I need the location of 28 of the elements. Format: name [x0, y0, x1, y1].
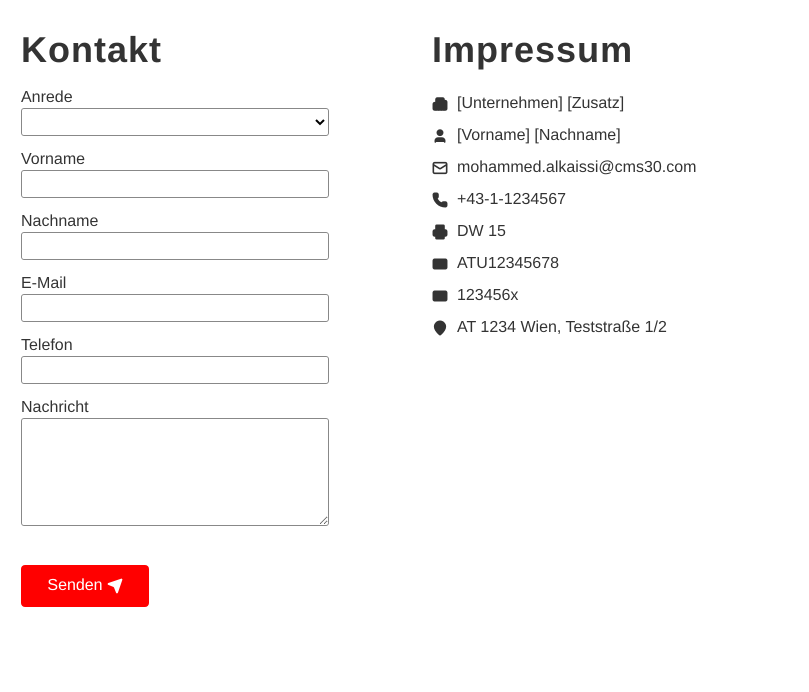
field-label: Vorname [21, 150, 86, 170]
field-label: E-Mail [21, 274, 66, 294]
imprint-text: DW 15 [457, 223, 506, 241]
send-icon [106, 578, 123, 594]
imprint-text: mohammed.alkaissi@cms30.com [457, 159, 696, 177]
phone-icon [432, 192, 448, 208]
person-icon [432, 128, 448, 144]
imprint-text: 123456x [457, 287, 518, 305]
field-label: Nachricht [21, 398, 89, 418]
input-field[interactable] [21, 294, 329, 322]
field-label: Nachname [21, 212, 98, 232]
send-button[interactable]: Senden [21, 565, 149, 607]
field-label: Telefon [21, 336, 73, 356]
message-field[interactable] [21, 418, 329, 526]
field-label: Anrede [21, 88, 73, 108]
imprint-text: +43-1-1234567 [457, 191, 566, 209]
salutation-select[interactable] [21, 108, 329, 136]
imprint-text: ATU12345678 [457, 255, 559, 273]
input-field[interactable] [21, 356, 329, 384]
contact-heading: Kontakt [21, 28, 163, 72]
mail-icon [432, 160, 448, 176]
imprint-heading: Impressum [432, 28, 634, 72]
imprint-text: [Vorname] [Nachname] [457, 127, 621, 145]
map-pin-icon [432, 320, 448, 336]
input-field[interactable] [21, 232, 329, 260]
imprint-text: AT 1234 Wien, Teststraße 1/2 [457, 319, 667, 337]
input-field[interactable] [21, 170, 329, 198]
imprint-text: [Unternehmen] [Zusatz] [457, 95, 624, 113]
